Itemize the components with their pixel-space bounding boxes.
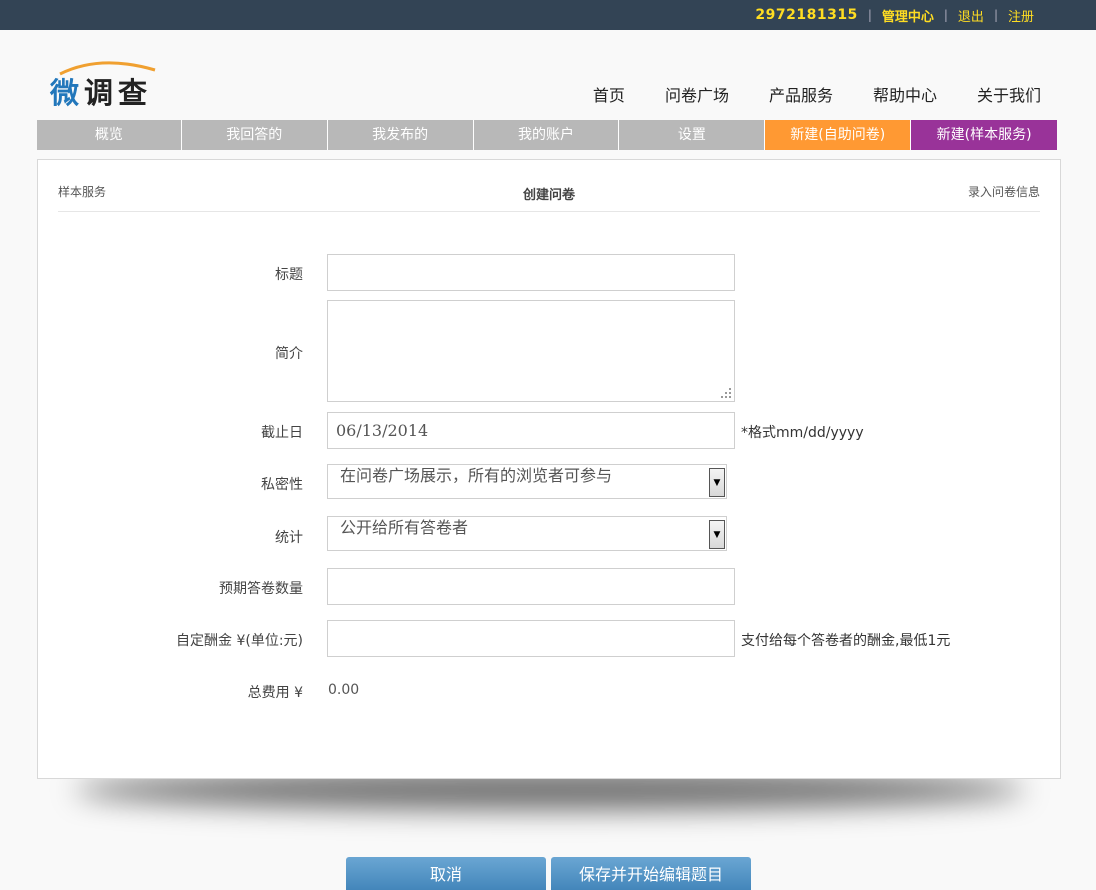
tab-bar: 概览 我回答的 我发布的 我的账户 设置 新建(自助问卷) 新建(样本服务) — [37, 120, 1058, 150]
divider: | — [943, 8, 948, 22]
resize-grip-icon[interactable] — [720, 387, 732, 399]
privacy-select[interactable]: 在问卷广场展示，所有的浏览者可参与 ▼ — [327, 464, 727, 499]
expected-count-input[interactable] — [327, 568, 735, 605]
panel-step-label: 录入问卷信息 — [967, 185, 1040, 199]
stats-label: 统计 — [275, 530, 303, 546]
top-bar: 2972181315 | 管理中心 | 退出 | 注册 — [0, 0, 1096, 30]
nav-home[interactable]: 首页 — [593, 82, 625, 106]
cancel-button[interactable]: 取消 — [346, 857, 546, 890]
page-title: 创建问卷 — [522, 188, 575, 203]
title-label: 标题 — [275, 267, 303, 283]
divider: | — [867, 8, 872, 22]
nav-about[interactable]: 关于我们 — [977, 82, 1041, 106]
stats-select[interactable]: 公开给所有答卷者 ▼ — [327, 516, 727, 551]
title-input[interactable] — [327, 254, 735, 291]
deadline-label: 截止日 — [261, 425, 303, 441]
expected-count-label: 预期答卷数量 — [219, 581, 303, 597]
tab-new-sample-service[interactable]: 新建(样本服务) — [911, 120, 1058, 150]
save-and-edit-button[interactable]: 保存并开始编辑题目 — [551, 857, 751, 890]
privacy-value: 在问卷广场展示，所有的浏览者可参与 — [340, 466, 613, 485]
reward-hint: 支付给每个答卷者的酬金,最低1元 — [741, 633, 951, 649]
nav-products[interactable]: 产品服务 — [769, 82, 833, 106]
tab-published[interactable]: 我发布的 — [327, 120, 474, 150]
reward-label: 自定酬金 ¥(单位:元) — [176, 633, 303, 649]
total-cost-label: 总费用 ¥ — [247, 685, 303, 701]
register-link[interactable]: 注册 — [1008, 6, 1034, 25]
site-logo[interactable]: 微调查 — [50, 58, 170, 110]
dropdown-arrow-icon[interactable]: ▼ — [709, 468, 725, 497]
intro-textarea[interactable] — [327, 300, 735, 402]
tab-new-self-survey[interactable]: 新建(自助问卷) — [765, 120, 912, 150]
intro-label: 简介 — [275, 346, 303, 362]
total-cost-value: 0.00 — [328, 682, 360, 698]
main-nav: 首页 问卷广场 产品服务 帮助中心 关于我们 — [593, 82, 1041, 106]
reward-input[interactable] — [327, 620, 735, 657]
logout-link[interactable]: 退出 — [958, 6, 984, 25]
deadline-input[interactable]: 06/13/2014 — [327, 412, 735, 449]
logo-text: 微调查 — [50, 76, 153, 110]
admin-center-link[interactable]: 管理中心 — [882, 6, 934, 25]
nav-survey-square[interactable]: 问卷广场 — [665, 82, 729, 106]
deadline-hint: *格式mm/dd/yyyy — [741, 425, 864, 441]
tab-answered[interactable]: 我回答的 — [181, 120, 328, 150]
divider: | — [993, 8, 998, 22]
top-bar-links: 2972181315 | 管理中心 | 退出 | 注册 — [755, 0, 1034, 30]
tab-overview[interactable]: 概览 — [37, 120, 182, 150]
privacy-label: 私密性 — [261, 477, 303, 493]
user-id: 2972181315 — [755, 7, 858, 23]
nav-help[interactable]: 帮助中心 — [873, 82, 937, 106]
stats-value: 公开给所有答卷者 — [340, 518, 469, 537]
panel-header: 样本服务 创建问卷 录入问卷信息 — [58, 160, 1040, 212]
tab-account[interactable]: 我的账户 — [473, 120, 620, 150]
dropdown-arrow-icon[interactable]: ▼ — [709, 520, 725, 549]
tab-settings[interactable]: 设置 — [619, 120, 766, 150]
